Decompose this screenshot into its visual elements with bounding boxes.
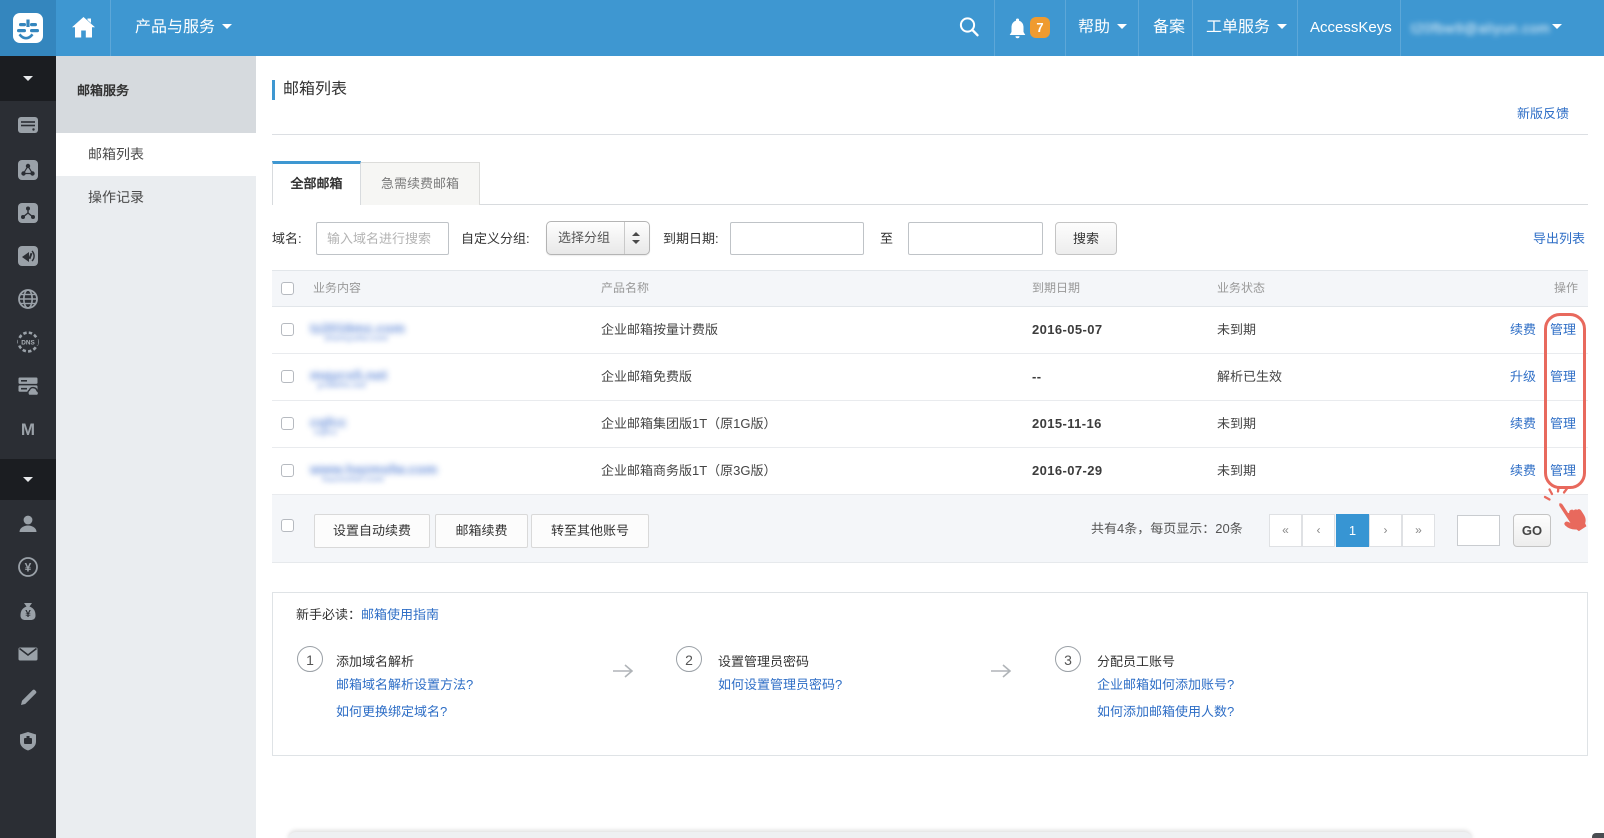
- svg-text:¥: ¥: [25, 609, 31, 620]
- svg-text:DNS: DNS: [21, 339, 35, 346]
- svg-text:M: M: [21, 420, 35, 439]
- svg-text:¥: ¥: [25, 561, 32, 575]
